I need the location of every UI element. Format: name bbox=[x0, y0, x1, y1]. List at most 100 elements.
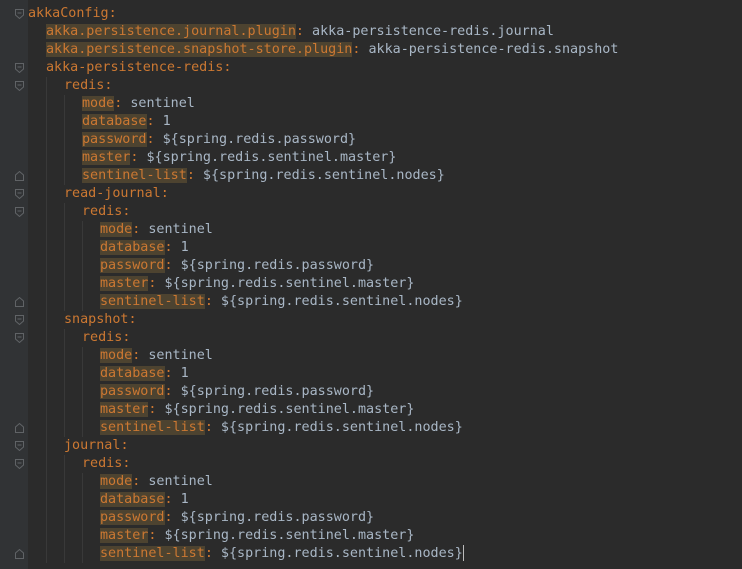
indent-guide bbox=[64, 203, 82, 221]
code-line[interactable]: redis: bbox=[0, 455, 742, 473]
code-text: akka.persistence.snapshot-store.plugin: … bbox=[28, 41, 618, 59]
code-line[interactable]: master: ${spring.redis.sentinel.master} bbox=[0, 275, 742, 293]
yaml-key: mode bbox=[82, 96, 115, 111]
yaml-value: sentinel bbox=[140, 474, 213, 489]
indent-guide bbox=[46, 95, 64, 113]
indent-guide bbox=[64, 401, 82, 419]
indent-guide bbox=[46, 275, 64, 293]
fold-open-icon[interactable] bbox=[15, 459, 24, 469]
indent-guide bbox=[28, 77, 46, 95]
code-lines: akkaConfig: akka.persistence.journal.plug… bbox=[0, 5, 742, 563]
indent-guide bbox=[46, 473, 64, 491]
fold-close-icon[interactable] bbox=[15, 297, 24, 307]
code-line[interactable]: sentinel-list: ${spring.redis.sentinel.n… bbox=[0, 293, 742, 311]
indent-guide bbox=[64, 455, 82, 473]
yaml-value: ${spring.redis.sentinel.nodes} bbox=[212, 546, 463, 561]
code-line[interactable]: password: ${spring.redis.password} bbox=[0, 131, 742, 149]
yaml-colon: : bbox=[223, 60, 232, 75]
fold-open-icon[interactable] bbox=[15, 315, 24, 325]
code-line[interactable]: sentinel-list: ${spring.redis.sentinel.n… bbox=[0, 419, 742, 437]
code-line[interactable]: database: 1 bbox=[0, 113, 742, 131]
code-line[interactable]: akka.persistence.journal.plugin: akka-pe… bbox=[0, 23, 742, 41]
code-text: mode: sentinel bbox=[28, 347, 213, 365]
indent-guide bbox=[46, 203, 64, 221]
code-line[interactable]: snapshot: bbox=[0, 311, 742, 329]
yaml-colon: : bbox=[146, 132, 155, 147]
code-line[interactable]: akka-persistence-redis: bbox=[0, 59, 742, 77]
code-line[interactable]: journal: bbox=[0, 437, 742, 455]
indent-guide bbox=[28, 383, 46, 401]
indent-guide bbox=[82, 365, 100, 383]
code-text: master: ${spring.redis.sentinel.master} bbox=[28, 149, 396, 167]
code-line[interactable]: mode: sentinel bbox=[0, 473, 742, 491]
code-line[interactable]: database: 1 bbox=[0, 239, 742, 257]
fold-open-icon[interactable] bbox=[15, 9, 24, 19]
indent-guide bbox=[28, 41, 46, 59]
indent-guide bbox=[64, 473, 82, 491]
fold-open-icon[interactable] bbox=[15, 63, 24, 73]
code-line[interactable]: akkaConfig: bbox=[0, 5, 742, 23]
indent-guide bbox=[82, 473, 100, 491]
yaml-value: 1 bbox=[154, 114, 171, 129]
indent-guide bbox=[82, 509, 100, 527]
code-text: read-journal: bbox=[28, 185, 169, 203]
indent-guide bbox=[82, 347, 100, 365]
code-line[interactable]: sentinel-list: ${spring.redis.sentinel.n… bbox=[0, 167, 742, 185]
code-line[interactable]: password: ${spring.redis.password} bbox=[0, 383, 742, 401]
code-line[interactable]: database: 1 bbox=[0, 491, 742, 509]
indent-guide bbox=[28, 545, 46, 563]
yaml-key: database bbox=[100, 366, 165, 381]
yaml-colon: : bbox=[204, 294, 213, 309]
code-line[interactable]: master: ${spring.redis.sentinel.master} bbox=[0, 527, 742, 545]
code-line[interactable]: password: ${spring.redis.password} bbox=[0, 257, 742, 275]
indent-guide bbox=[82, 545, 100, 563]
code-line[interactable]: master: ${spring.redis.sentinel.master} bbox=[0, 149, 742, 167]
fold-open-icon[interactable] bbox=[15, 207, 24, 217]
code-text: sentinel-list: ${spring.redis.sentinel.n… bbox=[28, 545, 464, 563]
yaml-key: password bbox=[100, 384, 165, 399]
indent-guide bbox=[46, 383, 64, 401]
indent-guide bbox=[46, 347, 64, 365]
code-line[interactable]: mode: sentinel bbox=[0, 347, 742, 365]
fold-open-icon[interactable] bbox=[15, 333, 24, 343]
code-line[interactable]: password: ${spring.redis.password} bbox=[0, 509, 742, 527]
yaml-value: akka-persistence-redis.snapshot bbox=[360, 42, 619, 57]
code-text: database: 1 bbox=[28, 239, 189, 257]
code-line[interactable]: mode: sentinel bbox=[0, 221, 742, 239]
yaml-key: akka-persistence-redis bbox=[46, 60, 224, 75]
indent-guide bbox=[28, 329, 46, 347]
code-line[interactable]: read-journal: bbox=[0, 185, 742, 203]
indent-guide bbox=[46, 239, 64, 257]
code-line[interactable]: redis: bbox=[0, 203, 742, 221]
code-line[interactable]: database: 1 bbox=[0, 365, 742, 383]
yaml-value: ${spring.redis.sentinel.master} bbox=[156, 528, 415, 543]
code-editor[interactable]: akkaConfig: akka.persistence.journal.plug… bbox=[0, 0, 742, 569]
fold-open-icon[interactable] bbox=[15, 189, 24, 199]
fold-open-icon[interactable] bbox=[15, 81, 24, 91]
indent-guide bbox=[82, 221, 100, 239]
yaml-key: sentinel-list bbox=[100, 294, 205, 309]
code-text: password: ${spring.redis.password} bbox=[28, 383, 374, 401]
code-text: sentinel-list: ${spring.redis.sentinel.n… bbox=[28, 419, 463, 437]
indent-guide bbox=[28, 419, 46, 437]
code-line[interactable]: mode: sentinel bbox=[0, 95, 742, 113]
indent-guide bbox=[46, 401, 64, 419]
fold-open-icon[interactable] bbox=[15, 441, 24, 451]
code-line[interactable]: sentinel-list: ${spring.redis.sentinel.n… bbox=[0, 545, 742, 563]
indent-guide bbox=[28, 203, 46, 221]
indent-guide bbox=[46, 167, 64, 185]
code-line[interactable]: master: ${spring.redis.sentinel.master} bbox=[0, 401, 742, 419]
indent-guide bbox=[64, 131, 82, 149]
fold-close-icon[interactable] bbox=[15, 549, 24, 559]
yaml-key: snapshot bbox=[64, 312, 129, 327]
indent-guide bbox=[64, 419, 82, 437]
yaml-colon: : bbox=[186, 168, 195, 183]
code-line[interactable]: akka.persistence.snapshot-store.plugin: … bbox=[0, 41, 742, 59]
indent-guide bbox=[28, 473, 46, 491]
code-text: master: ${spring.redis.sentinel.master} bbox=[28, 275, 414, 293]
fold-close-icon[interactable] bbox=[15, 171, 24, 181]
fold-close-icon[interactable] bbox=[15, 423, 24, 433]
code-line[interactable]: redis: bbox=[0, 329, 742, 347]
code-line[interactable]: redis: bbox=[0, 77, 742, 95]
indent-guide bbox=[28, 131, 46, 149]
